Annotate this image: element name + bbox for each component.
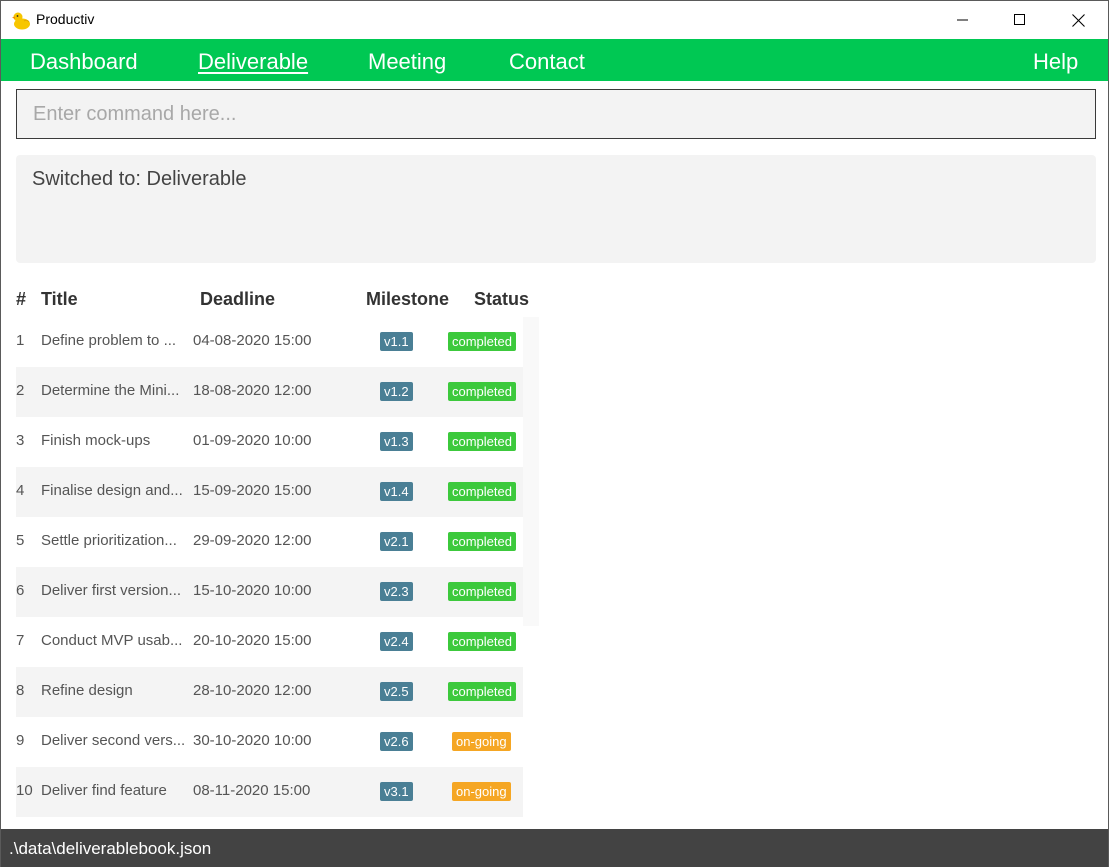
close-button[interactable] bbox=[1049, 1, 1107, 39]
row-index: 2 bbox=[16, 382, 25, 399]
row-title: Settle prioritization... bbox=[41, 532, 177, 549]
nav-item-meeting[interactable]: Meeting bbox=[368, 49, 446, 75]
table-row[interactable]: 5 Settle prioritization... 29-09-2020 12… bbox=[16, 517, 523, 567]
row-title: Finish mock-ups bbox=[41, 432, 151, 449]
milestone-badge: v3.1 bbox=[380, 782, 413, 801]
row-deadline: 29-09-2020 12:00 bbox=[193, 532, 312, 549]
milestone-badge: v1.4 bbox=[380, 482, 413, 501]
maximize-button[interactable] bbox=[991, 1, 1049, 39]
status-badge: on-going bbox=[452, 732, 511, 751]
row-deadline: 08-11-2020 15:00 bbox=[193, 782, 311, 799]
minimize-icon bbox=[957, 19, 968, 21]
maximize-icon bbox=[1014, 14, 1025, 25]
row-index: 4 bbox=[16, 482, 25, 499]
nav-item-contact[interactable]: Contact bbox=[509, 49, 585, 75]
table-row[interactable]: 7 Conduct MVP usab... 20-10-2020 15:00 v… bbox=[16, 617, 523, 667]
row-title: Deliver first version... bbox=[41, 582, 182, 599]
milestone-badge: v2.1 bbox=[380, 532, 413, 551]
row-deadline: 18-08-2020 12:00 bbox=[193, 382, 312, 399]
status-badge: completed bbox=[448, 532, 516, 551]
status-badge: completed bbox=[448, 382, 516, 401]
table-row[interactable]: 6 Deliver first version... 15-10-2020 10… bbox=[16, 567, 523, 617]
header-index: # bbox=[16, 289, 27, 309]
command-box bbox=[16, 89, 1096, 139]
row-deadline: 30-10-2020 10:00 bbox=[193, 732, 312, 749]
header-milestone: Milestone bbox=[366, 289, 450, 309]
row-deadline: 28-10-2020 12:00 bbox=[193, 682, 312, 699]
milestone-badge: v2.6 bbox=[380, 732, 413, 751]
title-bar: Productiv bbox=[1, 1, 1108, 39]
status-badge: on-going bbox=[452, 782, 511, 801]
status-badge: completed bbox=[448, 332, 516, 351]
header-title: Title bbox=[41, 289, 78, 309]
close-icon bbox=[1071, 13, 1085, 27]
status-badge: completed bbox=[448, 482, 516, 501]
row-deadline: 04-08-2020 15:00 bbox=[193, 332, 312, 349]
milestone-badge: v2.4 bbox=[380, 632, 413, 651]
row-title: Define problem to ... bbox=[41, 332, 177, 349]
status-badge: completed bbox=[448, 582, 516, 601]
row-deadline: 01-09-2020 10:00 bbox=[193, 432, 312, 449]
app-window: Productiv Dashboard Deliverable Meeting … bbox=[0, 0, 1109, 867]
row-index: 9 bbox=[16, 732, 25, 749]
header-status: Status bbox=[474, 289, 530, 309]
row-deadline: 20-10-2020 15:00 bbox=[193, 632, 312, 649]
minimize-button[interactable] bbox=[934, 1, 992, 39]
nav-item-deliverable[interactable]: Deliverable bbox=[198, 49, 308, 75]
deliverable-list: 1 Define problem to ... 04-08-2020 15:00… bbox=[16, 317, 539, 817]
row-title: Deliver find feature bbox=[41, 782, 167, 799]
result-panel: Switched to: Deliverable bbox=[16, 155, 1096, 263]
data-file-path: .\data\deliverablebook.json bbox=[9, 839, 212, 858]
row-title: Determine the Mini... bbox=[41, 382, 180, 399]
window-title: Productiv bbox=[36, 11, 95, 27]
nav-item-help[interactable]: Help bbox=[1033, 49, 1078, 75]
milestone-badge: v1.3 bbox=[380, 432, 413, 451]
nav-bar: Dashboard Deliverable Meeting Contact He… bbox=[1, 39, 1108, 81]
row-index: 10 bbox=[16, 782, 33, 799]
milestone-badge: v2.3 bbox=[380, 582, 413, 601]
table-row[interactable]: 2 Determine the Mini... 18-08-2020 12:00… bbox=[16, 367, 523, 417]
milestone-badge: v2.5 bbox=[380, 682, 413, 701]
row-index: 7 bbox=[16, 632, 25, 649]
status-badge: completed bbox=[448, 632, 516, 651]
row-title: Deliver second vers... bbox=[41, 732, 186, 749]
table-row[interactable]: 8 Refine design 28-10-2020 12:00 v2.5 co… bbox=[16, 667, 523, 717]
status-bar: .\data\deliverablebook.json bbox=[1, 829, 1108, 867]
row-deadline: 15-09-2020 15:00 bbox=[193, 482, 312, 499]
row-index: 6 bbox=[16, 582, 25, 599]
row-index: 5 bbox=[16, 532, 25, 549]
table-row[interactable]: 4 Finalise design and... 15-09-2020 15:0… bbox=[16, 467, 523, 517]
status-badge: completed bbox=[448, 682, 516, 701]
milestone-badge: v1.2 bbox=[380, 382, 413, 401]
table-header: # Title Deadline Milestone Status bbox=[1, 289, 541, 315]
table-row[interactable]: 3 Finish mock-ups 01-09-2020 10:00 v1.3 … bbox=[16, 417, 523, 467]
table-row[interactable]: 1 Define problem to ... 04-08-2020 15:00… bbox=[16, 317, 523, 367]
milestone-badge: v1.1 bbox=[380, 332, 413, 351]
row-index: 1 bbox=[16, 332, 25, 349]
table-row[interactable]: 10 Deliver find feature 08-11-2020 15:00… bbox=[16, 767, 523, 817]
row-title: Conduct MVP usab... bbox=[41, 632, 183, 649]
row-index: 3 bbox=[16, 432, 25, 449]
table-row[interactable]: 9 Deliver second vers... 30-10-2020 10:0… bbox=[16, 717, 523, 767]
result-text: Switched to: Deliverable bbox=[32, 168, 247, 190]
nav-item-dashboard[interactable]: Dashboard bbox=[30, 49, 138, 75]
rubber-duck-icon bbox=[10, 9, 32, 31]
row-deadline: 15-10-2020 10:00 bbox=[193, 582, 312, 599]
row-index: 8 bbox=[16, 682, 25, 699]
command-input[interactable] bbox=[17, 90, 1095, 138]
row-title: Refine design bbox=[41, 682, 133, 699]
header-deadline: Deadline bbox=[200, 289, 276, 309]
status-badge: completed bbox=[448, 432, 516, 451]
row-title: Finalise design and... bbox=[41, 482, 183, 499]
